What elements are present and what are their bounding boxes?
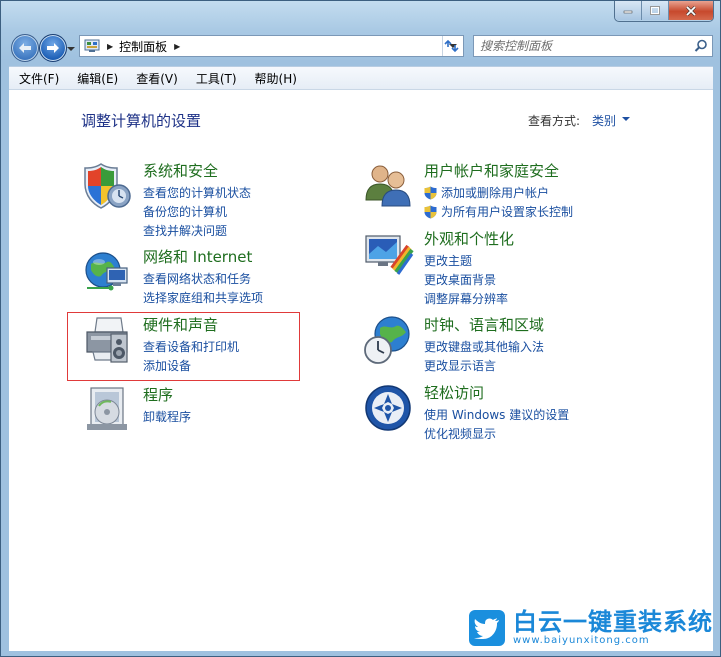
link-label: 为所有用户设置家长控制 — [441, 205, 574, 219]
content-area: 调整计算机的设置 查看方式: 类别 系统和安全 查看您的计算机状态 备份您的计算… — [9, 89, 713, 651]
category-user-accounts: 用户帐户和家庭安全 添加或删除用户帐户 为所有用户设置家长控制 — [362, 160, 662, 220]
category-system-security: 系统和安全 查看您的计算机状态 备份您的计算机 查找并解决问题 — [81, 160, 341, 240]
uac-shield-icon — [424, 186, 437, 199]
arrow-right-icon — [47, 43, 59, 53]
link-label: 添加或删除用户帐户 — [441, 186, 550, 200]
bird-logo-icon — [469, 609, 505, 646]
window-controls — [614, 1, 714, 22]
control-panel-window: ▶ 控制面板 ▶ 文件(F) 编辑(E) 查看(V) 工具(T) 帮助(H) — [0, 0, 721, 657]
category-network-internet: 网络和 Internet 查看网络状态和任务 选择家庭组和共享选项 — [81, 246, 341, 306]
watermark-url: www.baiyunxitong.com — [513, 635, 650, 646]
refresh-icon — [444, 39, 459, 53]
menu-tools[interactable]: 工具(T) — [186, 70, 245, 87]
close-icon — [685, 5, 697, 16]
link-uninstall-program[interactable]: 卸载程序 — [143, 407, 191, 426]
navigation-bar: ▶ 控制面板 ▶ — [1, 31, 720, 63]
refresh-button[interactable] — [440, 35, 464, 57]
address-bar[interactable]: ▶ 控制面板 ▶ — [79, 35, 464, 57]
category-links: 查看网络状态和任务 选择家庭组和共享选项 — [143, 269, 263, 307]
menu-edit[interactable]: 编辑(E) — [67, 70, 126, 87]
category-title[interactable]: 用户帐户和家庭安全 — [424, 160, 559, 181]
category-links: 查看您的计算机状态 备份您的计算机 查找并解决问题 — [143, 183, 251, 240]
search-box[interactable] — [473, 35, 713, 57]
category-appearance: 外观和个性化 更改主题 更改桌面背景 调整屏幕分辨率 — [362, 228, 662, 308]
menu-bar: 文件(F) 编辑(E) 查看(V) 工具(T) 帮助(H) — [9, 66, 713, 89]
link-view-computer-status[interactable]: 查看您的计算机状态 — [143, 183, 251, 202]
minimize-button[interactable] — [615, 1, 642, 20]
category-title[interactable]: 网络和 Internet — [143, 246, 252, 267]
arrow-left-icon — [19, 43, 31, 53]
link-screen-resolution[interactable]: 调整屏幕分辨率 — [424, 289, 508, 308]
link-recommended-settings[interactable]: 使用 Windows 建议的设置 — [424, 405, 569, 424]
link-change-background[interactable]: 更改桌面背景 — [424, 270, 508, 289]
category-links: 更改键盘或其他输入法 更改显示语言 — [424, 337, 544, 375]
category-title[interactable]: 轻松访问 — [424, 382, 484, 403]
link-find-fix-problems[interactable]: 查找并解决问题 — [143, 221, 251, 240]
link-change-theme[interactable]: 更改主题 — [424, 251, 508, 270]
close-button[interactable] — [669, 1, 713, 20]
breadcrumb-separator[interactable]: ▶ — [174, 42, 180, 51]
watermark-logo: 白云一键重装系统 www.baiyunxitong.com — [469, 609, 713, 646]
chevron-down-icon[interactable] — [622, 117, 630, 122]
category-title[interactable]: 时钟、语言和区域 — [424, 314, 544, 335]
menu-view[interactable]: 查看(V) — [126, 70, 186, 87]
category-links: 使用 Windows 建议的设置 优化视频显示 — [424, 405, 569, 443]
category-ease-of-access: 轻松访问 使用 Windows 建议的设置 优化视频显示 — [362, 382, 662, 442]
ease-of-access-icon[interactable] — [362, 382, 414, 434]
category-title[interactable]: 外观和个性化 — [424, 228, 514, 249]
breadcrumb-control-panel[interactable]: 控制面板 — [119, 38, 167, 55]
watermark-title: 白云一键重装系统 — [513, 608, 713, 636]
maximize-button[interactable] — [642, 1, 669, 20]
appearance-icon[interactable] — [362, 228, 414, 280]
category-links: 更改主题 更改桌面背景 调整屏幕分辨率 — [424, 251, 508, 308]
breadcrumb-separator[interactable]: ▶ — [107, 42, 113, 51]
category-links: 添加或删除用户帐户 为所有用户设置家长控制 — [424, 183, 573, 221]
chevron-down-icon — [67, 47, 75, 51]
category-clock-language: 时钟、语言和区域 更改键盘或其他输入法 更改显示语言 — [362, 314, 662, 374]
category-title[interactable]: 系统和安全 — [143, 160, 218, 181]
search-input[interactable] — [480, 37, 680, 55]
forward-button[interactable] — [39, 34, 67, 62]
page-title: 调整计算机的设置 — [81, 112, 202, 130]
clock-globe-icon[interactable] — [362, 314, 414, 366]
link-view-network-status[interactable]: 查看网络状态和任务 — [143, 269, 263, 288]
link-change-input-method[interactable]: 更改键盘或其他输入法 — [424, 337, 544, 356]
maximize-icon — [650, 6, 660, 15]
link-change-display-language[interactable]: 更改显示语言 — [424, 356, 544, 375]
users-icon[interactable] — [362, 160, 414, 212]
watermark-text: 白云一键重装系统 www.baiyunxitong.com — [513, 609, 713, 646]
link-add-remove-users[interactable]: 添加或删除用户帐户 — [424, 183, 573, 202]
shield-icon[interactable] — [81, 160, 133, 212]
title-bar[interactable] — [1, 1, 720, 31]
recent-pages-dropdown[interactable] — [67, 41, 75, 55]
network-globe-icon[interactable] — [81, 246, 133, 298]
back-button[interactable] — [11, 34, 39, 62]
control-panel-icon — [84, 39, 100, 52]
category-links: 卸载程序 — [143, 407, 191, 426]
menu-file[interactable]: 文件(F) — [9, 70, 67, 87]
view-by-label: 查看方式: — [528, 114, 581, 128]
category-programs: 程序 卸载程序 — [81, 384, 301, 434]
minimize-icon — [623, 10, 633, 13]
search-icon[interactable] — [694, 39, 708, 53]
highlight-box — [67, 312, 300, 381]
link-homegroup-sharing[interactable]: 选择家庭组和共享选项 — [143, 288, 263, 307]
view-by-dropdown[interactable]: 类别 — [592, 112, 616, 129]
uac-shield-icon — [424, 205, 437, 218]
link-parental-controls[interactable]: 为所有用户设置家长控制 — [424, 202, 573, 221]
link-backup-computer[interactable]: 备份您的计算机 — [143, 202, 251, 221]
category-title[interactable]: 程序 — [143, 384, 173, 405]
programs-icon[interactable] — [81, 384, 133, 436]
menu-help[interactable]: 帮助(H) — [245, 70, 305, 87]
link-optimize-display[interactable]: 优化视频显示 — [424, 424, 569, 443]
